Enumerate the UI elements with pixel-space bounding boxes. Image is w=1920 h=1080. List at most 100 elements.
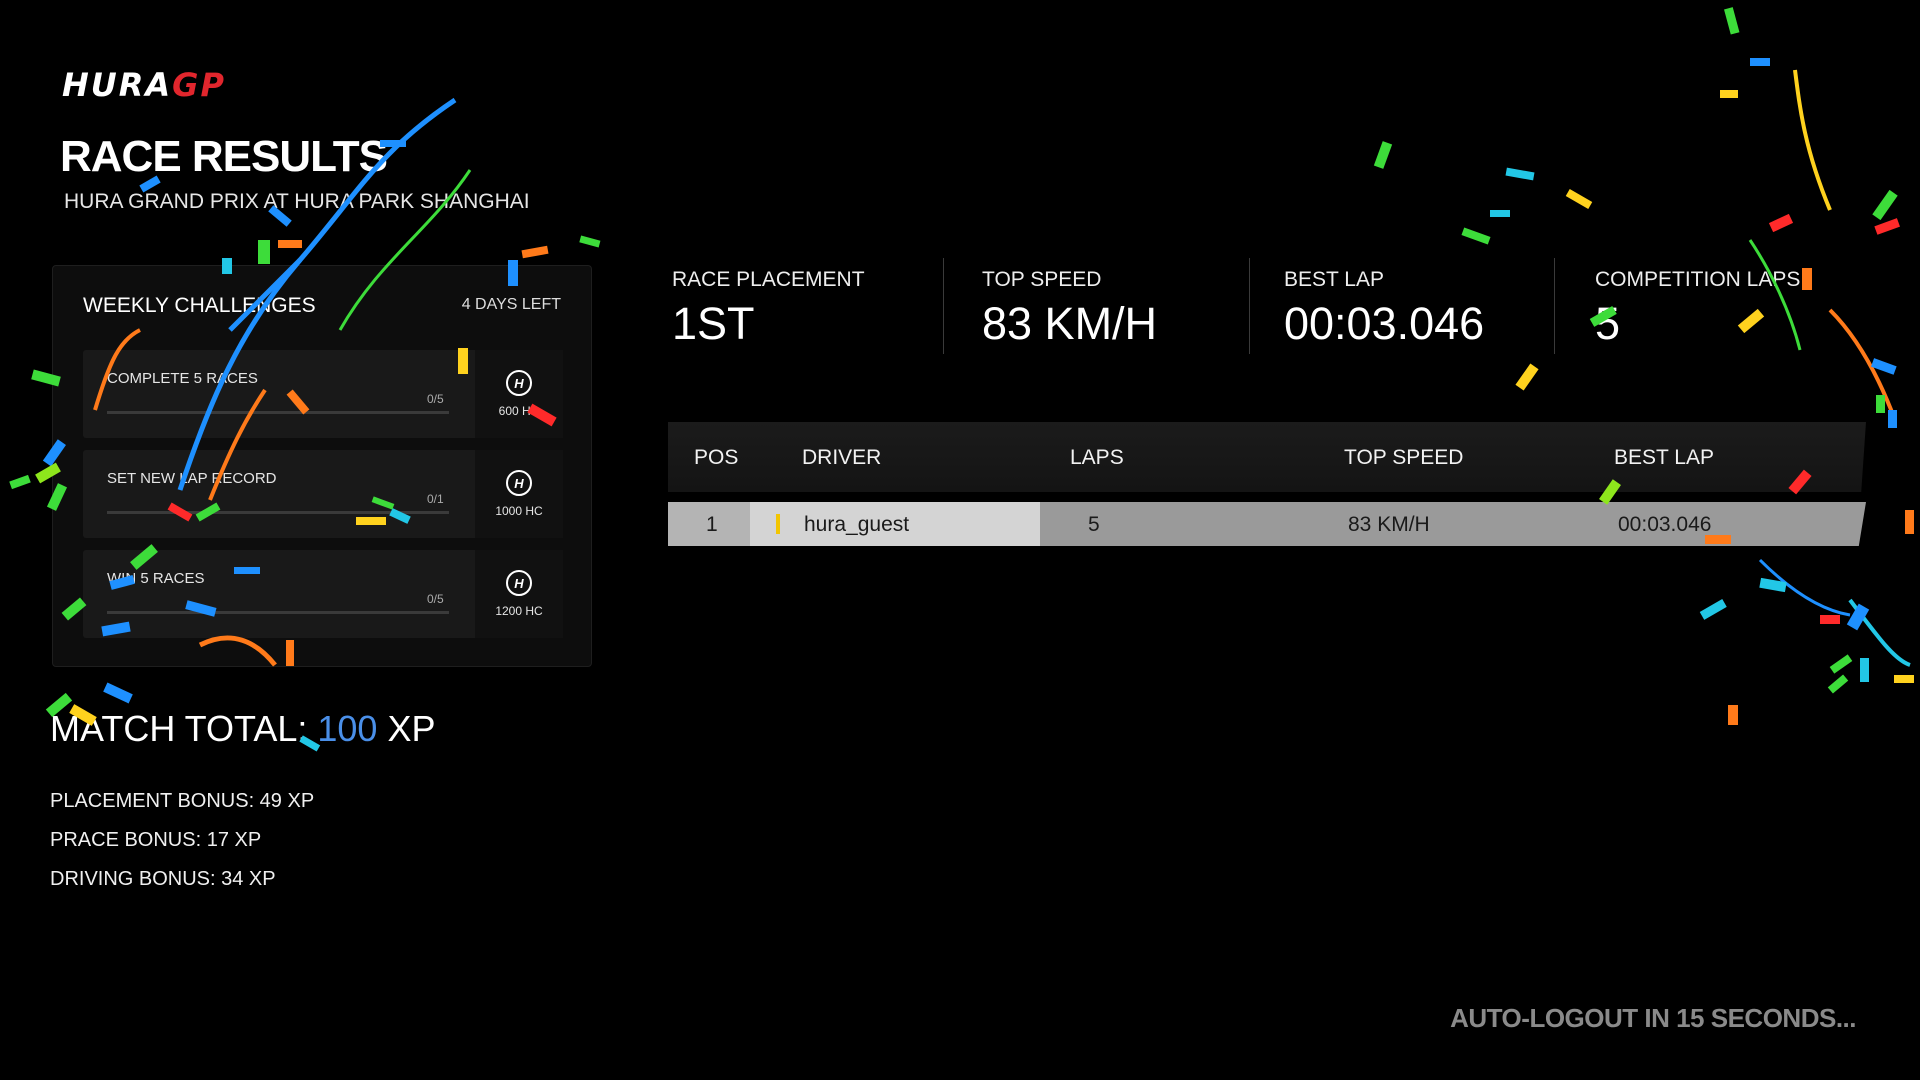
logo-text-hura: HURA [62,66,173,104]
stat-label: TOP SPEED [982,268,1102,291]
confetti-streamer [1793,69,1832,211]
confetti-streamer [1848,598,1911,667]
challenge-card: WIN 5 RACES 0/5 H 1200 HC [83,550,563,638]
confetti-piece [1461,227,1491,245]
stat-value: 1ST [672,298,755,349]
auto-logout-countdown: AUTO-LOGOUT IN 15 SECONDS... [1450,1003,1856,1033]
challenge-reward: H 600 HC [475,350,563,438]
confetti-piece [1860,658,1869,682]
stat-race-placement: RACE PLACEMENT 1ST [672,268,865,350]
column-header-pos: POS [694,446,739,469]
driving-bonus: DRIVING BONUS: 34 XP [50,868,276,890]
challenge-card: COMPLETE 5 RACES 0/5 H 600 HC [83,350,563,438]
confetti-piece [521,245,549,259]
stat-divider [943,258,944,354]
confetti-streamer [1758,558,1851,617]
stat-label: COMPETITION LAPS [1595,268,1801,291]
confetti-piece [1874,218,1900,235]
hura-coin-icon: H [506,370,532,396]
confetti-piece [9,474,31,490]
row-pos: 1 [706,513,718,536]
confetti-piece [1802,268,1812,290]
confetti-piece [1820,615,1840,624]
challenge-reward-amount: 1000 HC [495,504,543,518]
driver-color-marker [776,514,780,534]
stat-divider [1554,258,1555,354]
confetti-piece [1905,510,1914,534]
hura-coin-icon: H [506,470,532,496]
challenge-progress-bar [107,411,449,414]
match-total-unit: XP [387,708,436,749]
hura-coin-icon: H [506,570,532,596]
challenge-reward-amount: 600 HC [498,404,540,418]
challenge-name: WIN 5 RACES [107,570,205,587]
challenge-name: COMPLETE 5 RACES [107,370,258,387]
challenge-progress-count: 0/1 [427,492,444,506]
confetti-piece [103,682,133,704]
challenge-progress-bar [107,511,449,514]
days-left-label: 4 DAYS LEFT [461,296,561,313]
page-title: RACE RESULTS [60,132,388,181]
confetti-piece [1565,189,1593,209]
confetti-piece [1759,577,1787,593]
match-total-label: MATCH TOTAL: [50,708,308,749]
placement-bonus: PLACEMENT BONUS: 49 XP [50,790,315,812]
hura-gp-logo: HURAGP [62,66,226,104]
row-top-speed: 83 KM/H [1348,513,1430,536]
confetti-piece [1827,674,1849,694]
challenge-reward: H 1200 HC [475,550,563,638]
column-header-laps: LAPS [1070,446,1124,469]
challenge-progress-bar [107,611,449,614]
challenge-progress-count: 0/5 [427,392,444,406]
column-header-top-speed: TOP SPEED [1344,446,1464,469]
challenge-card: SET NEW LAP RECORD 0/1 H 1000 HC [83,450,563,538]
confetti-piece [1720,90,1738,98]
row-best-lap: 00:03.046 [1618,513,1712,536]
weekly-challenges-title: WEEKLY CHALLENGES [83,294,316,317]
table-row: 1 hura_guest 5 83 KM/H 00:03.046 [668,502,1866,546]
weekly-challenges-panel: WEEKLY CHALLENGES 4 DAYS LEFT COMPLETE 5… [52,265,592,667]
challenge-progress-count: 0/5 [427,592,444,606]
confetti-piece [1728,705,1738,725]
stat-label: BEST LAP [1284,268,1384,291]
page-subtitle: HURA GRAND PRIX AT HURA PARK SHANGHAI [64,190,530,213]
challenge-reward: H 1000 HC [475,450,563,538]
confetti-piece [1876,395,1885,413]
confetti-piece [1505,167,1535,181]
confetti-piece [1846,603,1870,631]
confetti-piece [1888,410,1897,428]
stat-label: RACE PLACEMENT [672,268,865,291]
column-header-best-lap: BEST LAP [1614,446,1714,469]
stat-divider [1249,258,1250,354]
confetti-piece [1872,189,1898,221]
column-header-driver: DRIVER [802,446,882,469]
confetti-piece [1829,654,1853,674]
confetti-streamer [1828,308,1897,421]
confetti-piece [1373,141,1393,169]
challenge-reward-amount: 1200 HC [495,604,543,618]
confetti-piece [258,240,270,264]
confetti-piece [1699,599,1727,620]
match-total-value: 100 [317,708,378,749]
race-results-table: POS DRIVER LAPS TOP SPEED BEST LAP 1 hur… [668,422,1866,546]
stat-value: 00:03.046 [1284,298,1485,349]
logo-text-gp: GP [172,66,226,104]
stat-value: 83 KM/H [982,298,1158,349]
confetti-piece [1750,58,1770,66]
confetti-piece [1894,675,1914,683]
row-driver: hura_guest [804,513,910,536]
stat-competition-laps: COMPETITION LAPS 5 [1595,268,1800,350]
confetti-piece [1490,210,1510,217]
confetti-piece [1515,363,1539,391]
confetti-piece [1768,213,1794,233]
confetti-piece [1871,358,1897,375]
match-total: MATCH TOTAL: 100 XP [50,708,436,750]
stat-best-lap: BEST LAP 00:03.046 [1284,268,1484,350]
stat-top-speed: TOP SPEED 83 KM/H [982,268,1157,350]
confetti-piece [1724,7,1740,35]
row-laps: 5 [1088,513,1100,536]
confetti-piece [278,240,302,248]
stat-value: 5 [1595,298,1621,349]
challenge-name: SET NEW LAP RECORD [107,470,277,487]
confetti-piece [579,235,601,248]
